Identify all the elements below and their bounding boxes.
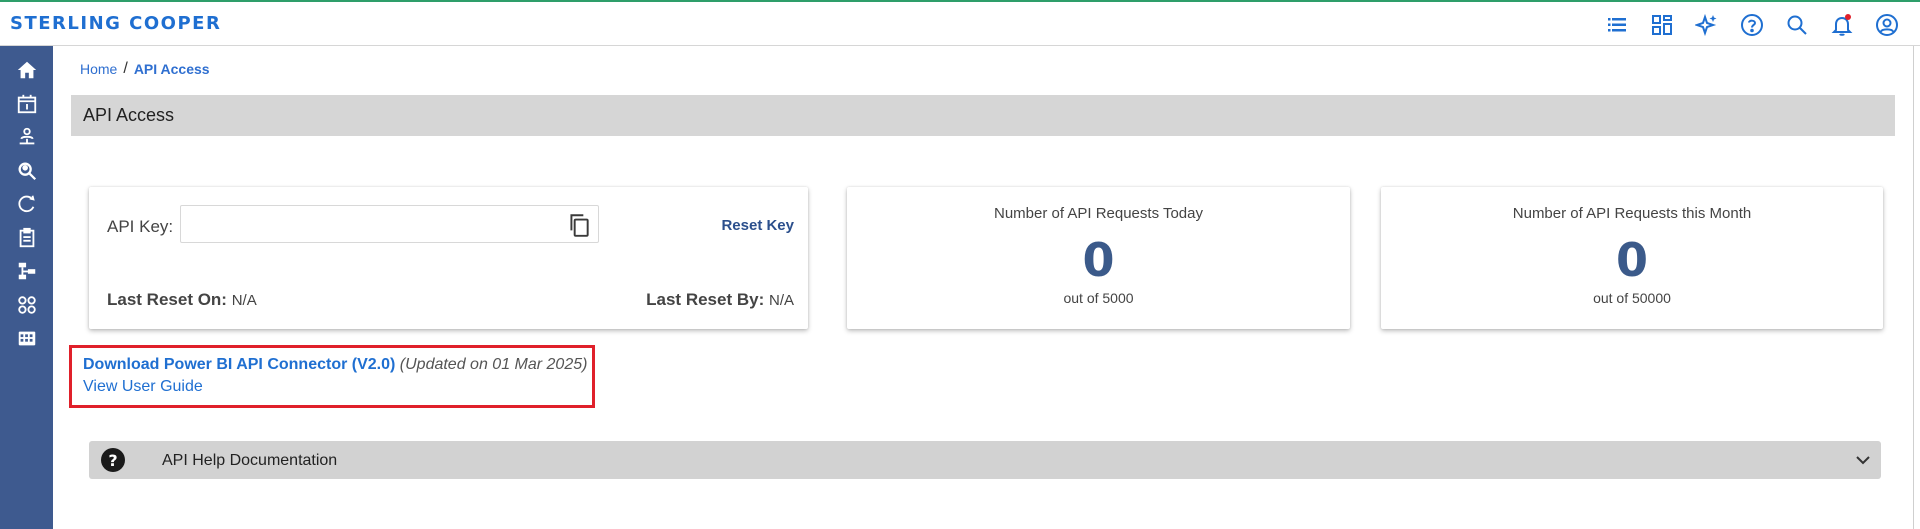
breadcrumb: Home / API Access (80, 60, 210, 78)
search-icon[interactable] (1781, 11, 1812, 39)
user-account-icon[interactable] (1871, 11, 1902, 39)
requests-today-value: 0 (1082, 233, 1115, 287)
help-icon[interactable] (1736, 11, 1767, 39)
requests-month-value: 0 (1615, 233, 1648, 287)
api-key-field[interactable] (180, 205, 599, 243)
hierarchy-icon[interactable] (14, 259, 40, 283)
brand-logo[interactable]: STERLING COOPER (10, 13, 221, 34)
main-content: Home / API Access API Access API Key: Re… (53, 46, 1920, 529)
last-reset-on-value: N/A (231, 292, 257, 309)
page-title: API Access (83, 105, 175, 125)
requests-today-label: Number of API Requests Today (993, 205, 1203, 222)
clipboard-icon[interactable] (14, 226, 40, 250)
last-reset-by: Last Reset By: N/A (646, 290, 794, 310)
api-help-accordion[interactable]: ? API Help Documentation (89, 441, 1881, 479)
search-person-icon[interactable] (14, 159, 40, 183)
requests-today-limit: out of 5000 (1063, 290, 1134, 306)
view-user-guide-link[interactable]: View User Guide (83, 378, 203, 396)
api-key-card: API Key: Reset Key Last Reset On: N/A La… (89, 187, 808, 329)
copy-icon[interactable] (566, 212, 592, 238)
list-icon[interactable] (1601, 11, 1632, 39)
notification-dot (1845, 14, 1851, 20)
last-reset-by-value: N/A (768, 292, 794, 309)
notification-bell-icon[interactable] (1826, 11, 1857, 39)
last-reset-on-label: Last Reset On: (107, 290, 227, 309)
download-updated-note: (Updated on 01 Mar 2025) (399, 356, 588, 373)
requests-month-limit: out of 50000 (1593, 290, 1671, 306)
sidebar (0, 46, 53, 529)
download-highlight-box: Download Power BI API Connector (V2.0) (… (69, 345, 595, 408)
requests-month-label: Number of API Requests this Month (1512, 205, 1752, 222)
top-toolbar (1601, 11, 1902, 39)
top-navigation-bar: STERLING COOPER (0, 0, 1920, 46)
chevron-down-icon[interactable] (1855, 452, 1871, 468)
breadcrumb-current[interactable]: API Access (134, 61, 210, 77)
reset-key-button[interactable]: Reset Key (721, 217, 794, 234)
last-reset-on: Last Reset On: N/A (107, 290, 257, 310)
api-key-label: API Key: (107, 217, 174, 236)
requests-month-card: Number of API Requests this Month 0 out … (1381, 187, 1883, 329)
home-icon[interactable] (14, 58, 40, 82)
download-line: Download Power BI API Connector (V2.0) (… (83, 356, 587, 374)
requests-today-card: Number of API Requests Today 0 out of 50… (847, 187, 1350, 329)
reports-icon[interactable] (14, 326, 40, 350)
last-reset-by-label: Last Reset By: (646, 290, 765, 309)
org-chart-icon[interactable] (14, 125, 40, 149)
dashboard-icon[interactable] (1646, 11, 1677, 39)
breadcrumb-home-link[interactable]: Home (80, 61, 117, 77)
cycle-icon[interactable] (14, 192, 40, 216)
apps-icon[interactable] (14, 293, 40, 317)
download-connector-link[interactable]: Download Power BI API Connector (V2.0) (83, 356, 395, 373)
question-circle-icon: ? (101, 448, 125, 472)
calendar-icon[interactable] (14, 92, 40, 116)
sparkle-icon[interactable] (1691, 11, 1722, 39)
api-help-label: API Help Documentation (162, 452, 338, 469)
page-title-bar: API Access (71, 95, 1895, 136)
breadcrumb-separator: / (123, 60, 128, 77)
